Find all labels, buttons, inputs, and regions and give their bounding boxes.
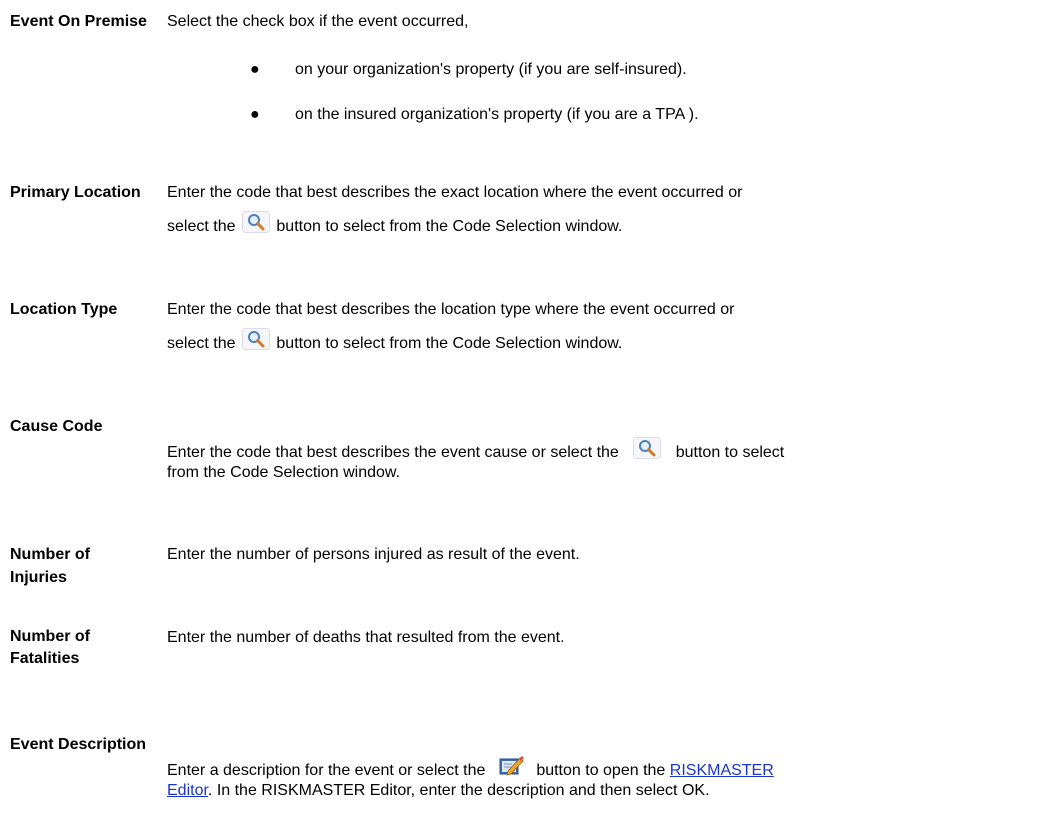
description-text: select the [167, 335, 236, 352]
field-description: Enter a description for the event or sel… [167, 755, 907, 800]
description-line: Enter the code that best describes the l… [167, 301, 735, 318]
edit-pencil-icon[interactable] [498, 755, 524, 777]
list-item: ● on your organization's property (if yo… [167, 58, 907, 81]
description-line: Enter a description for the event or sel… [167, 755, 907, 782]
field-term: Location Type [10, 301, 118, 318]
help-document: Event On Premise Select the check box if… [0, 0, 1049, 824]
description-text: button to select from the Code Selection… [276, 335, 623, 352]
field-term: Primary Location [10, 184, 141, 201]
magnifier-icon[interactable] [241, 327, 270, 350]
list-item-text: on your organization's property (if you … [295, 61, 687, 78]
field-term: Event Description [10, 736, 147, 753]
field-term-line: Fatalities [10, 650, 80, 667]
description-text: button to select from the Code Selection… [276, 218, 623, 235]
description-line: select the button to select from the Cod… [167, 325, 907, 362]
bullet-icon: ● [250, 61, 260, 78]
bullet-list: ● on your organization's property (if yo… [167, 58, 907, 126]
description-text: select the [167, 218, 236, 235]
description-line: Enter the code that best describes the e… [167, 437, 907, 464]
description-text: Enter a description for the event or sel… [167, 762, 486, 779]
field-term: Event On Premise [10, 13, 147, 30]
field-description: Enter the code that best describes the e… [167, 181, 907, 245]
description-text: Enter the code that best describes the e… [167, 444, 619, 461]
magnifier-icon[interactable] [633, 437, 662, 459]
field-term: Number of Injuries [10, 546, 90, 586]
field-description: Select the check box if the event occurr… [167, 10, 907, 126]
description-line: Editor. In the RISKMASTER Editor, enter … [167, 782, 907, 800]
field-description: Enter the code that best describes the e… [167, 437, 907, 482]
field-description: Enter the code that best describes the l… [167, 298, 907, 362]
description-line: from the Code Selection window. [167, 464, 401, 481]
field-term-line: Number of [10, 628, 90, 645]
description-text: button to select [675, 444, 785, 461]
list-item-text: on the insured organization's property (… [295, 106, 699, 123]
riskmaster-editor-link[interactable]: Editor [167, 782, 208, 799]
list-item: ● on the insured organization's property… [167, 103, 907, 126]
riskmaster-editor-link[interactable]: RISKMASTER [670, 762, 774, 779]
description-line: select the button to select from the Cod… [167, 208, 907, 245]
field-term: Cause Code [10, 418, 103, 435]
bullet-icon: ● [250, 106, 260, 123]
description-text: . In the RISKMASTER Editor, enter the de… [207, 782, 710, 799]
magnifier-icon[interactable] [241, 210, 270, 233]
description-text: button to open the [536, 762, 666, 779]
description-intro: Select the check box if the event occurr… [167, 13, 469, 30]
field-description: Enter the number of persons injured as r… [167, 546, 580, 563]
field-term: Number of Fatalities [10, 626, 150, 670]
field-description: Enter the number of deaths that resulted… [167, 629, 565, 646]
description-line: Enter the code that best describes the e… [167, 184, 743, 201]
